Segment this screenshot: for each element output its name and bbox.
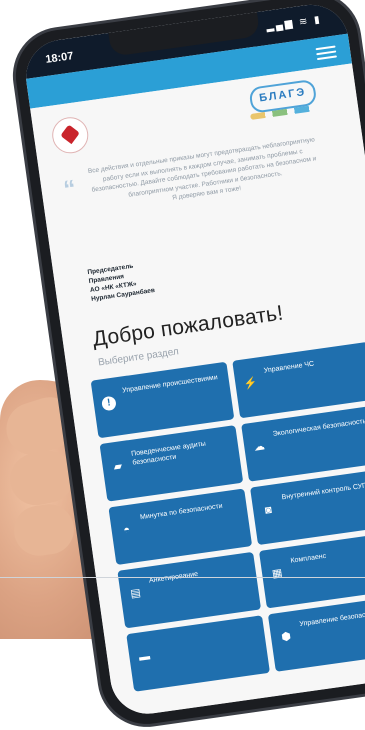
section-internal-control[interactable]: ◙ Внутренний контроль СУПБ bbox=[250, 468, 365, 546]
signal-icon: ▂▄▆ ≋ ▮ bbox=[265, 14, 323, 33]
signature: Председатель Правления АО «НК «КТЖ» Нурл… bbox=[87, 252, 211, 304]
folder-icon: ▬ bbox=[138, 650, 151, 664]
status-time: 18:07 bbox=[44, 50, 75, 66]
section-label: Управление безопасностью bbox=[299, 608, 365, 629]
main-content: БЛАГЭ “ Все действия и отдельные приказы… bbox=[30, 63, 365, 719]
section-label bbox=[157, 626, 255, 640]
section-label: Управление ЧС bbox=[263, 360, 315, 375]
chat-icon: ▰ bbox=[112, 460, 123, 474]
divider bbox=[0, 577, 365, 578]
phone-screen: 18:07 ▂▄▆ ≋ ▮ БЛАГЭ “ Все действия и отд… bbox=[21, 0, 365, 719]
section-label: Поведенческие аудиты безопасности bbox=[130, 440, 207, 467]
shield-icon: ⬢ bbox=[280, 630, 292, 644]
welcome-title: Добро пожаловать! bbox=[91, 301, 285, 351]
section-label: Анкетирование bbox=[148, 570, 199, 585]
section-compliance[interactable]: ▦ Комплаенс bbox=[258, 531, 365, 609]
section-incidents[interactable]: ! Управление происшествиями bbox=[90, 361, 235, 439]
intro-text: Все действия и отдельные приказы могут п… bbox=[87, 135, 321, 215]
intro-quote: Все действия и отдельные приказы могут п… bbox=[87, 136, 317, 199]
section-ecology[interactable]: ☁ Экологическая безопасность bbox=[241, 405, 365, 482]
hamburger-icon[interactable] bbox=[315, 43, 337, 62]
helmet-icon: ◓ bbox=[122, 523, 131, 537]
section-emergency[interactable]: ⚡ Управление ЧС bbox=[232, 341, 365, 419]
quote-icon: “ bbox=[61, 175, 78, 204]
camera-icon: ◙ bbox=[264, 503, 273, 517]
section-label: Комплаенс bbox=[290, 552, 327, 565]
phone-wrapper: 18:07 ▂▄▆ ≋ ▮ БЛАГЭ “ Все действия и отд… bbox=[0, 0, 365, 730]
section-label: Экологическая безопасность bbox=[272, 417, 365, 438]
section-grid: ! Управление происшествиями ⚡ Управление… bbox=[90, 341, 365, 692]
section-behavior-audits[interactable]: ▰ Поведенческие аудиты безопасности bbox=[99, 425, 244, 502]
section-survey[interactable]: ▤ Анкетирование bbox=[117, 551, 262, 629]
section-label: Минутка по безопасности bbox=[139, 502, 224, 522]
cloud-icon: ☁ bbox=[253, 440, 266, 454]
section-safety-management[interactable]: ⬢ Управление безопасностью bbox=[267, 595, 365, 672]
section-misc[interactable]: ▬ bbox=[126, 615, 270, 692]
section-label: Управление происшествиями bbox=[121, 374, 219, 395]
phone: 18:07 ▂▄▆ ≋ ▮ БЛАГЭ “ Все действия и отд… bbox=[9, 0, 365, 730]
section-label: Внутренний контроль СУПБ bbox=[281, 481, 365, 502]
section-safety-minute[interactable]: ◓ Минутка по безопасности bbox=[108, 488, 253, 565]
alert-icon: ! bbox=[101, 395, 117, 412]
company-logo bbox=[49, 114, 91, 156]
clipboard-icon: ▤ bbox=[129, 586, 142, 601]
lightning-icon: ⚡ bbox=[242, 376, 259, 391]
document-icon: ▦ bbox=[271, 567, 284, 581]
